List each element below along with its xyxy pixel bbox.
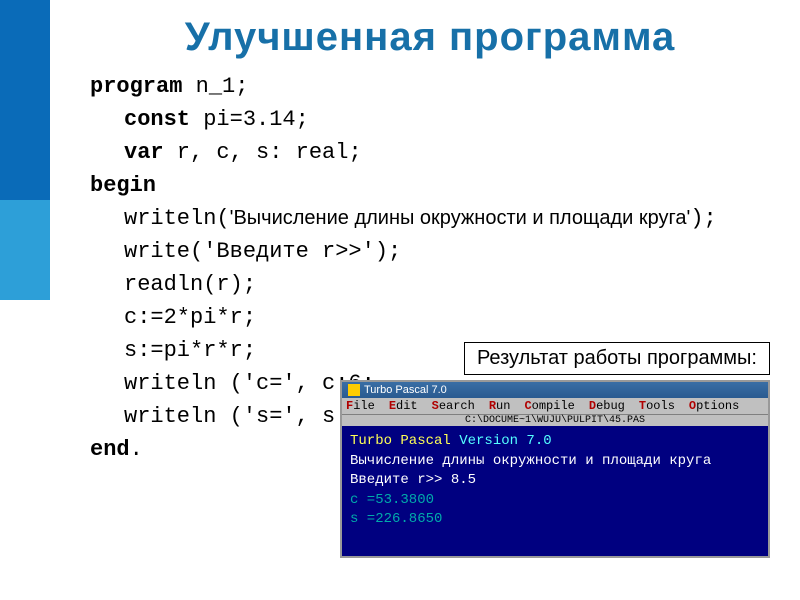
console-output: Turbo Pascal Version 7.0 Вычисление длин… [342,426,768,556]
kw-begin: begin [90,173,156,198]
turbo-pascal-window: Turbo Pascal 7.0 File Edit Search Run Co… [340,380,770,558]
stripe-dark-blue [0,0,50,200]
decorative-left-stripe [0,0,50,600]
string-literal: 'Вычисление длины окружности и площади к… [230,207,691,229]
output-line-desc: Вычисление длины окружности и площади кр… [350,452,760,472]
window-titlebar: Turbo Pascal 7.0 [342,382,768,398]
code-line-var: var r, c, s: real; [90,136,800,169]
kw-var: var [124,140,164,165]
menubar: File Edit Search Run Compile Debug Tools… [342,398,768,414]
menu-options[interactable]: Options [689,399,739,413]
kw-const: const [124,107,190,132]
kw-program: program [90,74,182,99]
kw-end: end [90,437,130,462]
menu-search[interactable]: Search [432,399,475,413]
file-path-bar: C:\DOCUME~1\WUJU\PULPIT\45.PAS [342,414,768,426]
output-line-input: Введите r>> 8.5 [350,471,760,491]
window-icon [348,384,360,396]
result-label: Результат работы программы: [464,342,770,375]
code-line-readln: readln(r); [90,268,800,301]
code-text: writeln( [124,206,230,231]
menu-edit[interactable]: Edit [389,399,418,413]
menu-tools[interactable]: Tools [639,399,675,413]
menu-debug[interactable]: Debug [589,399,625,413]
menu-compile[interactable]: Compile [524,399,574,413]
code-text: n_1; [182,74,248,99]
code-line-const: const pi=3.14; [90,103,800,136]
code-line-write: write('Введите r>>'); [90,235,800,268]
output-line-c: c =53.3800 [350,491,760,511]
output-version: Version 7.0 [459,433,551,449]
code-text: . [130,437,143,462]
menu-file[interactable]: File [346,399,375,413]
code-line-assign-c: c:=2*pi*r; [90,301,800,334]
stripe-light-blue [0,200,50,300]
stripe-white [0,300,50,600]
output-text: Turbo Pascal [350,433,459,449]
code-text: pi=3.14; [190,107,309,132]
output-line-version: Turbo Pascal Version 7.0 [350,432,760,452]
window-title-text: Turbo Pascal 7.0 [364,384,447,396]
code-text: r, c, s: real; [164,140,362,165]
slide-title: Улучшенная программа [60,0,800,70]
code-text: ); [690,206,716,231]
output-line-s: s =226.8650 [350,510,760,530]
code-line-writeln1: writeln('Вычисление длины окружности и п… [124,202,800,235]
code-line-begin: begin [90,169,800,202]
menu-run[interactable]: Run [489,399,511,413]
code-line-program: program n_1; [90,70,800,103]
